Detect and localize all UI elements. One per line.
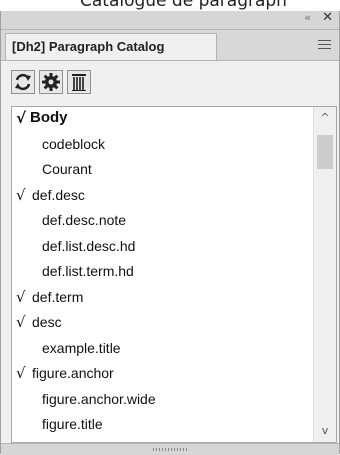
close-icon[interactable]: ✕ <box>322 10 333 25</box>
list-item[interactable]: codeblock <box>12 134 314 157</box>
list-item-label: desc <box>32 314 62 330</box>
list-item-label: figure.anchor <box>32 365 114 381</box>
list-item[interactable]: √ Body <box>12 108 314 131</box>
tab-row: [Dh2] Paragraph Catalog <box>1 30 339 61</box>
list-item[interactable]: def.list.desc.hd <box>12 236 314 259</box>
paragraph-delete-button[interactable] <box>67 70 91 94</box>
list-item[interactable]: √ figure.anchor <box>12 363 314 386</box>
list-item-label: def.list.term.hd <box>42 263 134 279</box>
checkmark-icon: √ <box>16 313 26 331</box>
list-item-label: def.term <box>32 288 84 305</box>
window-caption: Catalogue de paragraph <box>0 0 340 11</box>
checkmark-icon: √ <box>16 287 26 306</box>
caption-text: Catalogue de paragraph <box>80 0 287 11</box>
refresh-button[interactable] <box>11 70 35 94</box>
list-item-label: figure.title <box>42 416 103 432</box>
panel-titlebar[interactable]: « ✕ <box>1 10 339 30</box>
checkmark-icon: √ <box>16 109 27 127</box>
scroll-down-icon[interactable]: v <box>314 420 336 442</box>
list-item-label: def.list.desc.hd <box>42 237 136 254</box>
vertical-scrollbar[interactable]: ^ v <box>313 107 336 442</box>
list-item-label: example.title <box>42 339 121 356</box>
paragraph-list[interactable]: √ Body codeblock Courant √ def.desc def.desc.n… <box>11 106 337 443</box>
gear-icon <box>42 73 60 91</box>
tab-label: [Dh2] Paragraph Catalog <box>12 39 165 54</box>
settings-button[interactable] <box>39 70 63 94</box>
list-item[interactable]: def.list.term.hd <box>12 261 314 284</box>
list-item[interactable]: def.desc.note <box>12 210 314 233</box>
collapse-icon[interactable]: « <box>304 11 311 24</box>
list-item-label: codeblock <box>42 135 106 152</box>
list-item[interactable]: example.title <box>12 338 314 361</box>
list-item[interactable]: Courant <box>12 159 314 182</box>
paragraph-catalog-panel: « ✕ [Dh2] Paragraph Catalog √ Body codeb… <box>0 10 340 455</box>
tab-paragraph-catalog[interactable]: [Dh2] Paragraph Catalog <box>5 33 217 60</box>
panel-menu-icon[interactable] <box>318 40 331 49</box>
scroll-up-icon[interactable]: ^ <box>314 107 336 129</box>
list-item-label: Body <box>30 109 68 126</box>
toolbar <box>1 61 339 105</box>
list-item[interactable]: √ desc <box>12 312 314 335</box>
list-item-label: def.desc.note <box>42 212 127 228</box>
checkmark-icon: √ <box>16 185 26 204</box>
list-item[interactable]: √ def.desc <box>12 185 314 208</box>
scroll-thumb[interactable] <box>317 135 333 169</box>
refresh-icon <box>15 73 31 91</box>
checkmark-icon: √ <box>16 364 26 382</box>
list-item-label: Courant <box>42 161 92 177</box>
list-item-label: def.desc <box>32 186 85 203</box>
list-item[interactable]: figure.title <box>12 414 314 437</box>
resize-grip[interactable] <box>1 443 339 455</box>
list-item-label: figure.anchor.wide <box>42 390 156 407</box>
paragraph-delete-icon <box>72 74 86 91</box>
list-item[interactable]: √ def.term <box>12 287 314 310</box>
list-item[interactable]: figure.anchor.wide <box>12 389 314 412</box>
